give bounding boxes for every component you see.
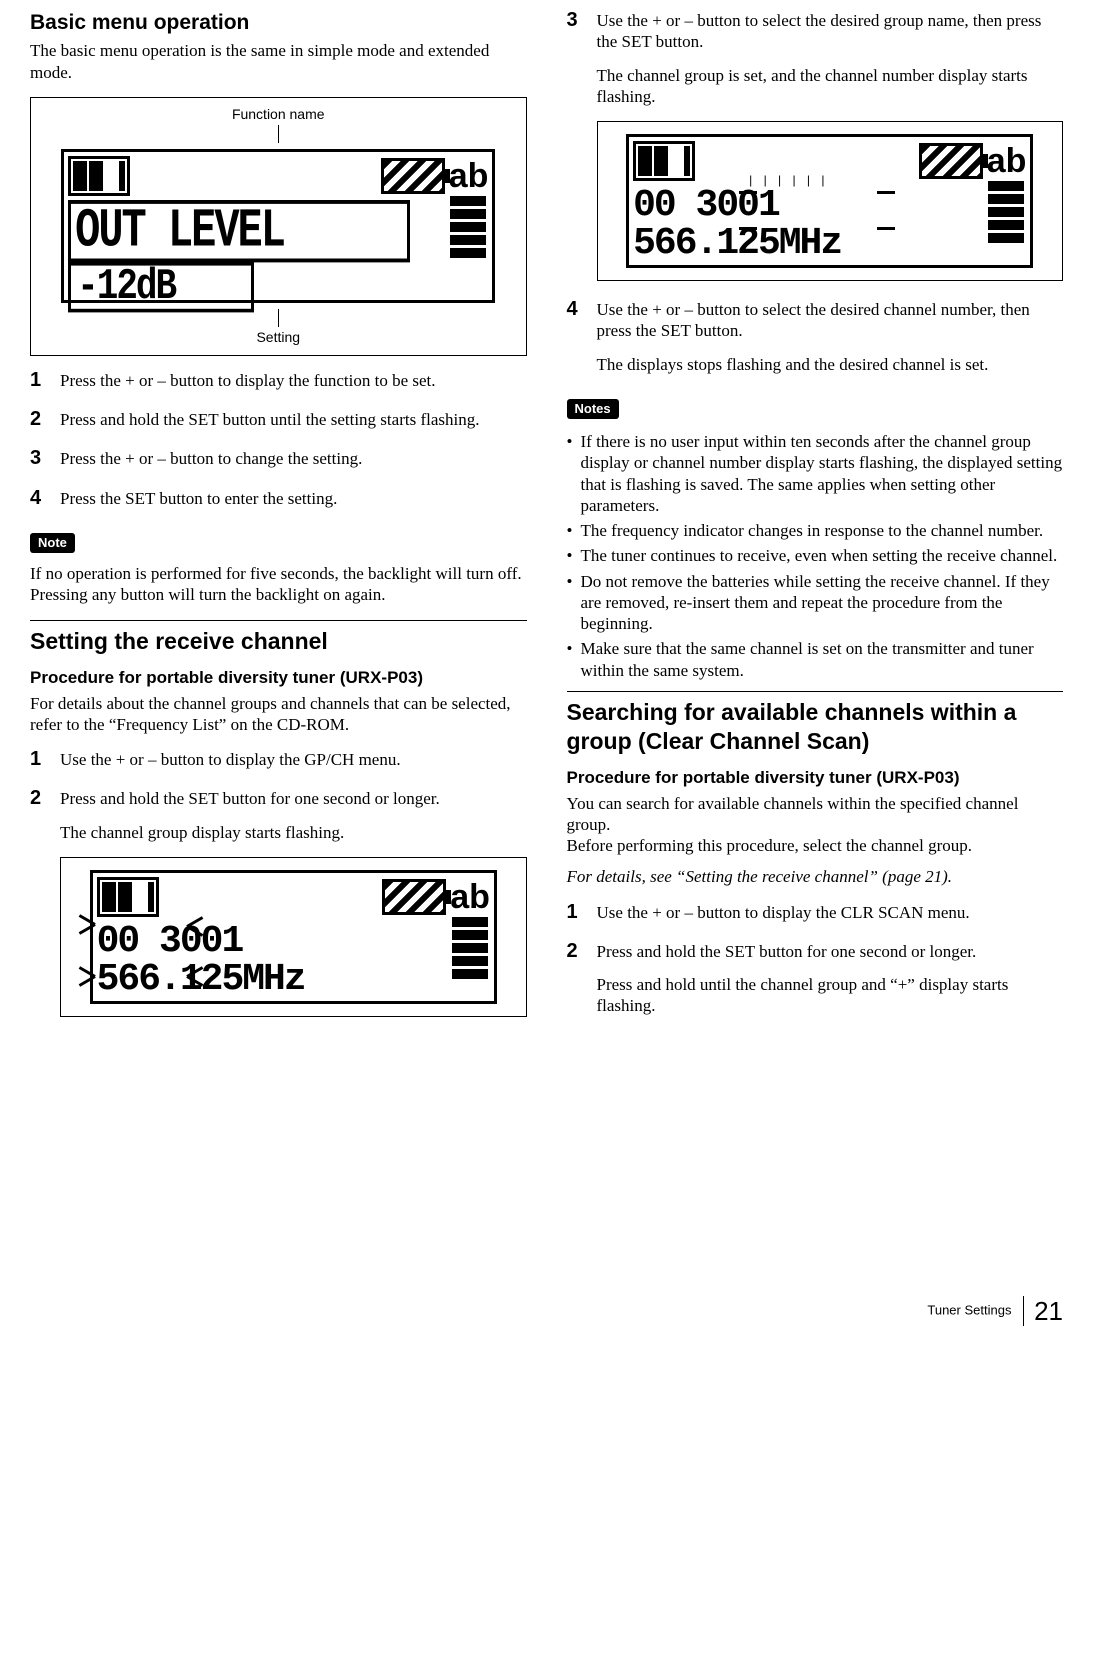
signal-bars-icon: [450, 196, 486, 258]
ab-indicator: ab: [450, 880, 490, 914]
pointer-line: [278, 309, 279, 327]
steps-clear-scan: Use the + or – button to display the CLR…: [567, 902, 1064, 1017]
flash-burst-icon: [85, 965, 105, 985]
flash-dashes-icon: | | | | | |: [749, 173, 828, 188]
note-item: The tuner continues to receive, even whe…: [567, 545, 1064, 566]
note-item: Make sure that the same channel is set o…: [567, 638, 1064, 681]
notes-badge: Notes: [567, 399, 619, 419]
lcd-group-channel: 00 3001: [97, 923, 490, 961]
battery-icon: [381, 158, 445, 194]
figure-gpch-flashing-channel: ab | | | | | | 00 3001 566.125MHz: [597, 121, 1064, 281]
battery-icon: [919, 143, 983, 179]
step-item: Press and hold the SET button for one se…: [567, 941, 1064, 1017]
flash-burst-icon: [85, 913, 105, 933]
steps-receive-channel: Use the + or – button to display the GP/…: [30, 749, 527, 1017]
cross-reference: For details, see “Setting the receive ch…: [567, 866, 1064, 887]
flash-burst-icon: [729, 181, 749, 201]
step-item: Use the + or – button to select the desi…: [567, 10, 1064, 281]
heading-basic-menu: Basic menu operation: [30, 10, 527, 36]
lcd-display-3: ab | | | | | | 00 3001 566.125MHz: [626, 134, 1033, 268]
flash-burst-icon: [867, 181, 887, 201]
lcd-display-1: ab OUT LEVEL -12dB: [61, 149, 495, 303]
step-result: The channel group is set, and the channe…: [597, 65, 1064, 108]
lcd-function-name: OUT LEVEL: [68, 200, 410, 262]
ab-indicator: ab: [449, 159, 489, 193]
signal-bars-icon: [452, 917, 488, 979]
heading-clear-channel-scan: Searching for available channels within …: [567, 691, 1064, 756]
pointer-line: [278, 125, 279, 143]
antenna-icon: [97, 877, 159, 917]
figure-gpch-flashing-group: ab 00 3001 566.125MHz: [60, 857, 527, 1017]
step-item: Press and hold the SET button until the …: [30, 409, 527, 430]
step-item: Use the + or – button to display the GP/…: [30, 749, 527, 770]
step-item: Use the + or – button to select the desi…: [567, 299, 1064, 375]
figure-label-bottom: Setting: [37, 329, 520, 347]
step-item: Use the + or – button to display the CLR…: [567, 902, 1064, 923]
flash-burst-icon: [177, 915, 197, 935]
signal-bars-icon: [988, 181, 1024, 243]
flash-burst-icon: [867, 217, 887, 237]
page-footer: Tuner Settings 21: [0, 1295, 1093, 1348]
procedure-intro: For details about the channel groups and…: [30, 693, 527, 736]
lcd-group-channel: 00 3001: [633, 187, 1026, 225]
footer-section: Tuner Settings: [927, 1302, 1011, 1317]
subheading-procedure: Procedure for portable diversity tuner (…: [30, 667, 527, 688]
step-item: Press the SET button to enter the settin…: [30, 488, 527, 509]
antenna-icon: [68, 156, 130, 196]
note-item: Do not remove the batteries while settin…: [567, 571, 1064, 635]
step-result: The channel group display starts flashin…: [60, 822, 527, 843]
flash-burst-icon: [729, 217, 749, 237]
step-item: Press and hold the SET button for one se…: [30, 788, 527, 1017]
subheading-procedure: Procedure for portable diversity tuner (…: [567, 767, 1064, 788]
ab-indicator: ab: [987, 144, 1027, 178]
notes-list: If there is no user input within ten sec…: [567, 431, 1064, 681]
search-intro-1: You can search for available channels wi…: [567, 793, 1064, 836]
flash-burst-icon: [177, 965, 197, 985]
steps-receive-channel-cont: Use the + or – button to select the desi…: [567, 10, 1064, 375]
basic-intro: The basic menu operation is the same in …: [30, 40, 527, 83]
antenna-icon: [633, 141, 695, 181]
note-item: The frequency indicator changes in respo…: [567, 520, 1064, 541]
note-item: If there is no user input within ten sec…: [567, 431, 1064, 516]
step-item: Press the + or – button to change the se…: [30, 448, 527, 469]
step-item: Press the + or – button to display the f…: [30, 370, 527, 391]
note-text: If no operation is performed for five se…: [30, 563, 527, 606]
lcd-frequency: 566.125MHz: [97, 961, 490, 999]
steps-basic-menu: Press the + or – button to display the f…: [30, 370, 527, 509]
figure-label-top: Function name: [37, 106, 520, 124]
search-intro-2: Before performing this procedure, select…: [567, 835, 1064, 856]
heading-receive-channel: Setting the receive channel: [30, 620, 527, 656]
figure-out-level: Function name ab OUT LEVEL -12dB Setting: [30, 97, 527, 356]
lcd-setting-value: -12dB: [68, 262, 254, 312]
page-number: 21: [1023, 1296, 1063, 1326]
note-badge: Note: [30, 533, 75, 553]
lcd-display-2: ab 00 3001 566.125MHz: [90, 870, 497, 1004]
step-result: The displays stops flashing and the desi…: [597, 354, 1064, 375]
battery-icon: [382, 879, 446, 915]
step-result: Press and hold until the channel group a…: [597, 974, 1064, 1017]
lcd-frequency: 566.125MHz: [633, 225, 1026, 263]
